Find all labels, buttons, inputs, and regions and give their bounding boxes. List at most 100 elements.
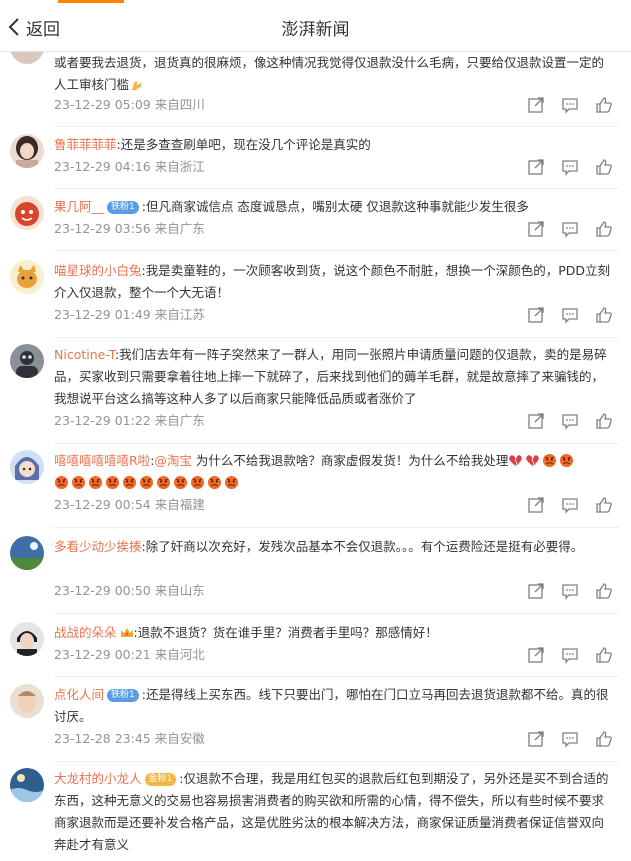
ocean-avatar-icon[interactable] (10, 768, 44, 802)
username-link[interactable]: 多看少动少挨揍 (54, 539, 142, 554)
like-icon[interactable] (595, 582, 613, 600)
share-icon[interactable] (527, 158, 545, 176)
comment-icon[interactable] (561, 220, 579, 238)
comment-body: 大龙村的小龙人 金粉1:仅退款不合理，我是用红包买的退款后红包到期没了，另外还是买… (54, 768, 614, 856)
top-bar: 返回 澎湃新闻 (0, 0, 631, 52)
comment-time: 23-12-28 23:45 (54, 731, 151, 746)
divider (54, 613, 619, 614)
chevron-left-icon (8, 18, 19, 36)
like-icon[interactable] (595, 220, 613, 238)
username-link[interactable]: 果几阿__ (54, 199, 104, 214)
comment-icon[interactable] (561, 496, 579, 514)
fan-badge: 铁粉1 (107, 201, 139, 214)
comment-icon[interactable] (561, 306, 579, 324)
comment-text: 为什么不给我退款啥？商家虚假发货！为什么不给我处理 (191, 453, 509, 468)
comment-meta: 23-12-29 01:49 来自江苏 (54, 306, 205, 324)
comment-body: 鲁菲菲菲菲:还是多查查刷单吧，现在没几个评论是真实的 (54, 134, 614, 156)
username-link[interactable]: 喵星球的小白兔 (54, 263, 142, 278)
comment-time: 23-12-29 01:49 (54, 307, 151, 322)
share-icon[interactable] (527, 306, 545, 324)
share-icon[interactable] (527, 646, 545, 664)
share-icon[interactable] (527, 496, 545, 514)
like-icon[interactable] (595, 646, 613, 664)
angry-face-emoji (88, 475, 103, 490)
comment-icon[interactable] (561, 158, 579, 176)
comment-icon[interactable] (561, 412, 579, 430)
username-link[interactable]: 点化人间 (54, 687, 104, 702)
anime-avatar-icon[interactable] (10, 450, 44, 484)
comment-time: 23-12-29 01:22 (54, 413, 151, 428)
comment-list: 或者要我去退货，退货真的很麻烦，像这种情况我觉得仅退款没什么毛病，只要给仅退款设… (0, 52, 631, 861)
angry-face-emoji (224, 475, 239, 490)
comment-actions (511, 306, 613, 324)
comment-text: :但凡商家诚信点 态度诚恳点，嘴别太硬 仅退款这种事就能少发生很多 (141, 199, 529, 214)
comment-body: 果几阿__ 铁粉1:但凡商家诚信点 态度诚恳点，嘴别太硬 仅退款这种事就能少发生很… (54, 196, 614, 218)
username-link[interactable]: 战战的朵朵 (54, 625, 117, 640)
divider (54, 337, 619, 338)
comment-location: 来自广东 (154, 413, 205, 428)
comment-actions (511, 646, 613, 664)
angry-face-emoji (105, 475, 120, 490)
comment-icon[interactable] (561, 96, 579, 114)
share-icon[interactable] (527, 96, 545, 114)
face-avatar-icon[interactable] (10, 684, 44, 718)
angry-face-emoji (543, 453, 557, 468)
comment-body: 战战的朵朵:退款不退货？货在谁手里？消费者手里吗？那感情好！ (54, 622, 614, 644)
portrait-avatar-icon[interactable] (10, 622, 44, 656)
like-icon[interactable] (595, 412, 613, 430)
divider (54, 676, 619, 677)
comment-actions (511, 730, 613, 748)
dark-photo-avatar-icon[interactable] (10, 344, 44, 378)
username-link[interactable]: 鲁菲菲菲菲 (54, 137, 117, 152)
comment-meta: 23-12-29 05:09 来自四川 (54, 96, 205, 114)
page-title: 澎湃新闻 (281, 20, 350, 40)
share-icon[interactable] (527, 582, 545, 600)
top-accent-line (58, 0, 124, 3)
share-icon[interactable] (527, 220, 545, 238)
comment-meta: 23-12-29 01:22 来自广东 (54, 412, 205, 430)
comment-icon[interactable] (561, 730, 579, 748)
comment-meta: 23-12-29 00:50 来自山东 (54, 582, 205, 600)
back-button[interactable]: 返回 (8, 14, 60, 40)
comment-meta: 23-12-29 00:54 来自福建 (54, 496, 205, 514)
girl-photo-avatar-icon[interactable] (10, 134, 44, 168)
sky-avatar-icon[interactable] (10, 536, 44, 570)
comment-location: 来自广东 (154, 221, 205, 236)
like-icon[interactable] (595, 306, 613, 324)
divider (54, 250, 619, 251)
partial-avatar-icon[interactable] (10, 52, 44, 64)
share-icon[interactable] (527, 412, 545, 430)
like-icon[interactable] (595, 158, 613, 176)
comment-text: :我们店去年有一阵子突然来了一群人，用同一张照片申请质量问题的仅退款，卖的是易碎… (54, 347, 607, 406)
broken-heart-emoji (526, 455, 540, 467)
like-icon[interactable] (595, 730, 613, 748)
divider (54, 188, 619, 189)
like-icon[interactable] (595, 496, 613, 514)
username-link[interactable]: 大龙村的小龙人 (54, 771, 142, 786)
red-cartoon-avatar-icon[interactable] (10, 196, 44, 230)
mention-link[interactable]: @淘宝 (154, 453, 192, 468)
comment-body: Nicotine-T:我们店去年有一阵子突然来了一群人，用同一张照片申请质量问题… (54, 344, 614, 410)
comment-actions (511, 496, 613, 514)
username-link[interactable]: 嘻嘻嘻嘻嘻嘻R啦 (54, 453, 150, 468)
comment-location: 来自河北 (154, 647, 205, 662)
comment-meta: 23-12-29 00:21 来自河北 (54, 646, 205, 664)
emoji-group (508, 453, 576, 468)
divider (54, 126, 619, 127)
username-link[interactable]: Nicotine-T (54, 347, 115, 362)
comment-meta: 23-12-29 04:16 来自浙江 (54, 158, 205, 176)
cat-avatar-icon[interactable] (10, 260, 44, 294)
comment-location: 来自安徽 (154, 731, 205, 746)
share-icon[interactable] (527, 730, 545, 748)
comment-icon[interactable] (561, 646, 579, 664)
comment-actions (511, 220, 613, 238)
comment-icon[interactable] (561, 582, 579, 600)
comment-actions (511, 582, 613, 600)
comment-body: 或者要我去退货，退货真的很麻烦，像这种情况我觉得仅退款没什么毛病，只要给仅退款设… (54, 52, 614, 96)
like-icon[interactable] (595, 96, 613, 114)
comment-actions (511, 158, 613, 176)
comment-location: 来自浙江 (154, 159, 205, 174)
comment-location: 来自山东 (154, 583, 205, 598)
comment-time: 23-12-29 00:50 (54, 583, 151, 598)
broken-heart-emoji (509, 455, 523, 467)
